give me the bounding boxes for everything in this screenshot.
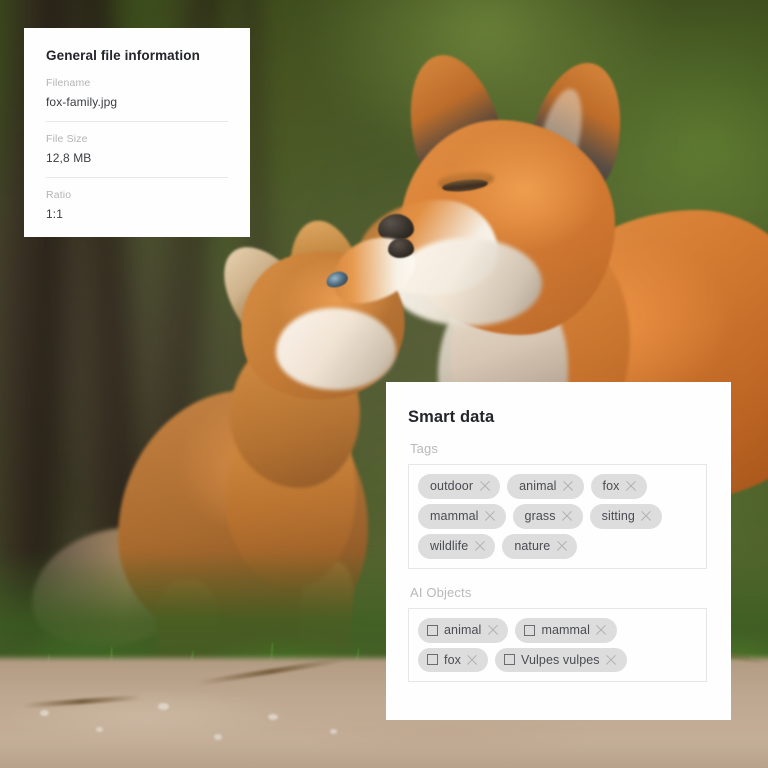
remove-tag-icon[interactable] bbox=[641, 511, 652, 522]
ai-object-chip-label: animal bbox=[444, 622, 482, 637]
remove-tag-icon[interactable] bbox=[474, 541, 485, 552]
ratio-label: Ratio bbox=[46, 189, 72, 201]
tag-chip[interactable]: mammal bbox=[418, 503, 506, 529]
tag-chip[interactable]: sitting bbox=[589, 503, 662, 529]
ai-object-chip-label: Vulpes vulpes bbox=[520, 652, 600, 667]
remove-tag-icon[interactable] bbox=[485, 511, 496, 522]
ai-object-chip[interactable]: animal bbox=[418, 617, 509, 643]
remove-object-icon[interactable] bbox=[606, 654, 617, 665]
tag-chip-label: fox bbox=[602, 479, 620, 493]
screenshot-root: General file information Filename fox-fa… bbox=[0, 0, 768, 768]
tags-chip-row: mammal grass sitting bbox=[418, 503, 697, 529]
remove-tag-icon[interactable] bbox=[626, 481, 637, 492]
tag-chip-label: wildlife bbox=[430, 538, 469, 553]
field-group-filename: Filename fox-family.jpg bbox=[46, 77, 228, 109]
file-panel-title: General file information bbox=[46, 48, 200, 63]
file-size-value: 12,8 MB bbox=[46, 151, 92, 165]
remove-tag-icon[interactable] bbox=[563, 481, 574, 492]
tag-chip[interactable]: animal bbox=[507, 474, 584, 499]
remove-object-icon[interactable] bbox=[467, 654, 478, 665]
remove-tag-icon[interactable] bbox=[479, 481, 490, 492]
tag-chip[interactable]: grass bbox=[512, 503, 583, 529]
tags-chip-container: outdoor animal fox mammal grass sitting … bbox=[408, 464, 707, 569]
general-file-information-panel: General file information Filename fox-fa… bbox=[24, 28, 250, 237]
ai-object-chip-label: mammal bbox=[541, 622, 590, 637]
tag-chip-label: nature bbox=[514, 538, 551, 553]
remove-tag-icon[interactable] bbox=[556, 541, 567, 552]
ai-objects-chip-row: fox Vulpes vulpes bbox=[418, 647, 697, 673]
tags-chip-row: wildlife nature bbox=[418, 533, 697, 559]
checkbox-unchecked-icon[interactable] bbox=[427, 654, 438, 666]
filename-value: fox-family.jpg bbox=[46, 95, 118, 109]
remove-object-icon[interactable] bbox=[596, 625, 607, 636]
ai-object-chip-label: fox bbox=[444, 652, 461, 667]
ai-objects-chip-container: animal mammal fox Vulpes vulpes bbox=[408, 607, 707, 683]
ai-object-chip[interactable]: Vulpes vulpes bbox=[494, 647, 627, 673]
ratio-value: 1:1 bbox=[46, 207, 63, 221]
checkbox-unchecked-icon[interactable] bbox=[427, 624, 438, 636]
file-size-label: File Size bbox=[46, 133, 88, 145]
remove-tag-icon[interactable] bbox=[562, 511, 573, 522]
field-group-file-size: File Size 12,8 MB bbox=[46, 121, 228, 165]
smart-data-title: Smart data bbox=[408, 408, 495, 426]
ai-objects-chip-row: animal mammal bbox=[418, 617, 697, 643]
tags-chip-row: outdoor animal fox bbox=[418, 474, 697, 499]
tag-chip-label: grass bbox=[524, 508, 556, 523]
tag-chip[interactable]: fox bbox=[590, 474, 647, 499]
ai-objects-section-label: AI Objects bbox=[410, 584, 472, 600]
tag-chip[interactable]: wildlife bbox=[418, 533, 496, 559]
tag-chip-label: animal bbox=[519, 479, 557, 493]
tag-chip-label: outdoor bbox=[430, 479, 474, 493]
ai-object-chip[interactable]: mammal bbox=[515, 617, 617, 643]
remove-object-icon[interactable] bbox=[487, 625, 498, 636]
smart-data-panel: Smart data Tags outdoor animal fox mamma… bbox=[386, 382, 731, 720]
tag-chip-label: mammal bbox=[430, 508, 479, 523]
filename-label: Filename bbox=[46, 77, 91, 89]
checkbox-unchecked-icon[interactable] bbox=[524, 624, 536, 636]
tag-chip[interactable]: outdoor bbox=[418, 474, 501, 499]
tag-chip[interactable]: nature bbox=[502, 533, 578, 559]
tags-section-label: Tags bbox=[410, 441, 439, 456]
tag-chip-label: sitting bbox=[601, 508, 635, 523]
field-group-ratio: Ratio 1:1 bbox=[46, 177, 228, 221]
fox-kit-nose bbox=[388, 238, 414, 258]
checkbox-unchecked-icon[interactable] bbox=[503, 654, 515, 666]
fox-kit-cheek bbox=[276, 308, 396, 390]
ai-object-chip[interactable]: fox bbox=[418, 647, 488, 673]
